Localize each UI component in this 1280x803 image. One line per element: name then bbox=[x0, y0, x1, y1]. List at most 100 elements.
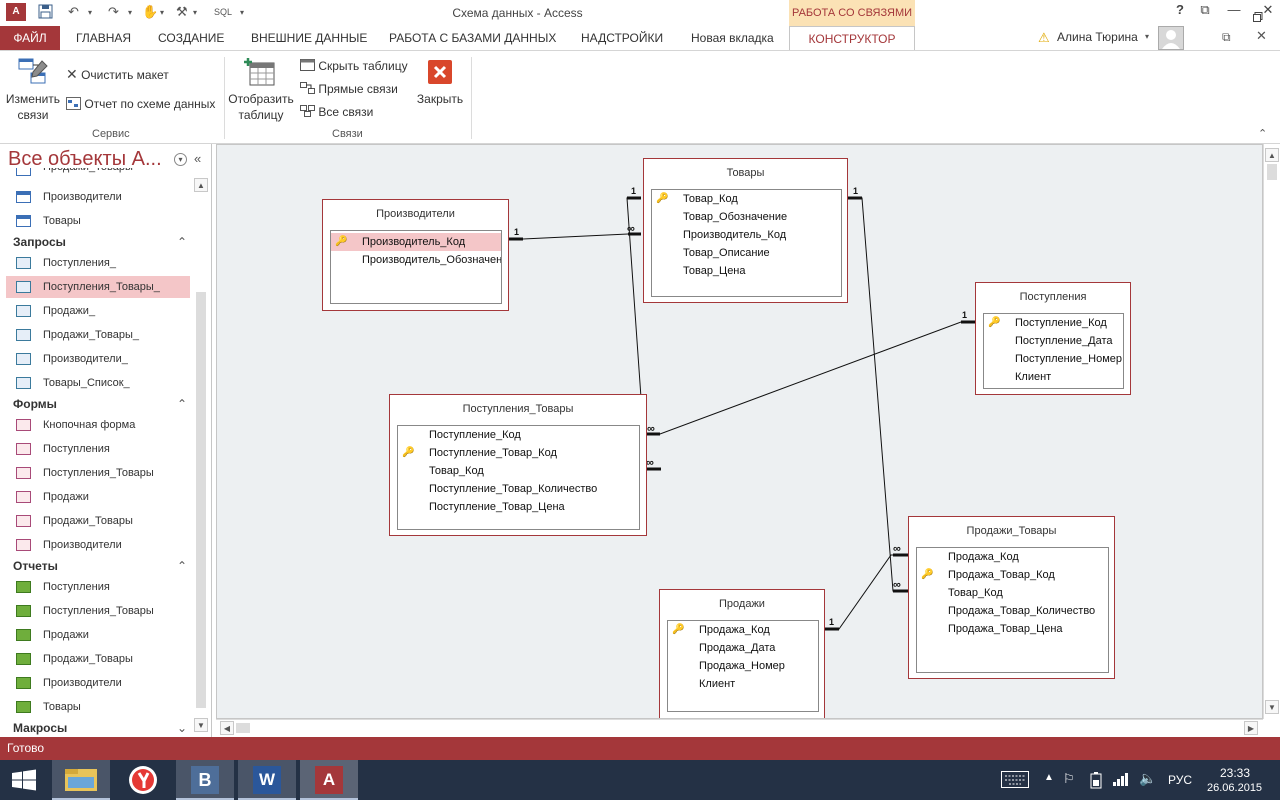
field-row[interactable]: Продажа_Код bbox=[917, 548, 1108, 566]
nav-item-report[interactable]: Поступления bbox=[6, 576, 190, 598]
field-row[interactable]: Производитель_Обозначение bbox=[331, 251, 501, 269]
field-row[interactable]: Клиент bbox=[668, 675, 818, 693]
tab-external-data[interactable]: ВНЕШНИЕ ДАННЫЕ bbox=[243, 26, 375, 50]
canvas-horizontal-scrollbar[interactable]: ◀ ▶ bbox=[216, 719, 1263, 736]
avatar[interactable] bbox=[1158, 26, 1184, 50]
field-row[interactable]: Клиент bbox=[984, 368, 1123, 386]
table-window-sale-items[interactable]: Продажи_Товары Продажа_Код 🔑 Продажа_Това… bbox=[908, 516, 1115, 679]
field-row[interactable]: Продажа_Номер bbox=[668, 657, 818, 675]
all-relationships-button[interactable]: Все связи bbox=[300, 105, 373, 120]
tab-home[interactable]: ГЛАВНАЯ bbox=[68, 26, 139, 50]
field-row[interactable]: 🔑 Товар_Код bbox=[652, 190, 841, 208]
table-window-title[interactable]: Продажи_Товары bbox=[909, 525, 1114, 537]
nav-item-query[interactable]: Товары_Список_ bbox=[6, 372, 190, 394]
show-hidden-icons-icon[interactable]: ▲ bbox=[1044, 772, 1054, 783]
clock-date[interactable]: 26.06.2015 bbox=[1207, 782, 1262, 794]
scroll-down-icon[interactable]: ▼ bbox=[194, 718, 208, 732]
nav-item-form[interactable]: Продажи_Товары bbox=[6, 510, 190, 532]
field-list[interactable]: 🔑 Поступление_Код Поступление_Дата Поступ… bbox=[983, 313, 1124, 389]
taskbar-word[interactable]: W bbox=[238, 760, 296, 800]
nav-item-report[interactable]: Производители bbox=[6, 672, 190, 694]
volume-icon[interactable]: 🔈 bbox=[1139, 770, 1156, 787]
ribbon-display-options-button[interactable]: ⧉ bbox=[1193, 2, 1217, 22]
scroll-down-icon[interactable]: ▼ bbox=[1265, 700, 1279, 714]
clear-layout-button[interactable]: ✕ Очистить макет bbox=[66, 66, 169, 83]
field-row[interactable]: Товар_Цена bbox=[652, 262, 841, 280]
close-relationships-button[interactable]: Закрыть bbox=[412, 59, 468, 107]
field-row[interactable]: Продажа_Товар_Цена bbox=[917, 620, 1108, 638]
nav-item-form[interactable]: Поступления bbox=[6, 438, 190, 460]
field-row[interactable]: Поступление_Код bbox=[398, 426, 639, 444]
nav-item-form[interactable]: Поступления_Товары bbox=[6, 462, 190, 484]
nav-item-report[interactable]: Товары bbox=[6, 696, 190, 718]
nav-item-query[interactable]: Поступления_ bbox=[6, 252, 190, 274]
user-name[interactable]: Алина Тюрина bbox=[1057, 30, 1138, 44]
help-button[interactable]: ? bbox=[1168, 2, 1192, 22]
nav-group-macros[interactable]: Макросы ⌄ bbox=[13, 718, 187, 738]
taskbar-access[interactable]: A bbox=[300, 760, 358, 800]
nav-item-report[interactable]: Поступления_Товары bbox=[6, 600, 190, 622]
scroll-left-icon[interactable]: ◀ bbox=[220, 721, 234, 735]
table-window-sales[interactable]: Продажи 🔑 Продажа_Код Продажа_Дата Продаж… bbox=[659, 589, 825, 718]
scroll-thumb[interactable] bbox=[236, 723, 250, 733]
table-window-receipts[interactable]: Поступления 🔑 Поступление_Код Поступление… bbox=[975, 282, 1131, 395]
hide-table-button[interactable]: Скрыть таблицу bbox=[300, 59, 408, 74]
table-window-title[interactable]: Поступления_Товары bbox=[390, 403, 646, 415]
direct-relationships-button[interactable]: Прямые связи bbox=[300, 82, 398, 97]
show-table-button[interactable]: Отобразить таблицу bbox=[228, 57, 294, 123]
tab-database-tools[interactable]: РАБОТА С БАЗАМИ ДАННЫХ bbox=[381, 26, 564, 50]
nav-item-report[interactable]: Продажи_Товары bbox=[6, 648, 190, 670]
scroll-up-icon[interactable]: ▲ bbox=[194, 178, 208, 192]
field-row[interactable]: Поступление_Товар_Количество bbox=[398, 480, 639, 498]
taskbar-yandex-browser[interactable] bbox=[114, 760, 172, 800]
canvas-vertical-scrollbar[interactable]: ▲ ▼ bbox=[1263, 144, 1280, 719]
nav-group-reports[interactable]: Отчеты ⌃ bbox=[13, 556, 187, 576]
close-window-button[interactable]: ✕ bbox=[1256, 2, 1280, 22]
nav-item-query[interactable]: Производители_ bbox=[6, 348, 190, 370]
scroll-thumb[interactable] bbox=[196, 292, 206, 708]
clock-time[interactable]: 23:33 bbox=[1220, 766, 1250, 780]
nav-group-queries[interactable]: Запросы ⌃ bbox=[13, 232, 187, 252]
tab-file[interactable]: ФАЙЛ bbox=[0, 26, 60, 50]
field-row[interactable]: Производитель_Код bbox=[652, 226, 841, 244]
nav-item-query-selected[interactable]: Поступления_Товары_ bbox=[6, 276, 190, 298]
field-row[interactable]: Товар_Код bbox=[917, 584, 1108, 602]
close-doc-button[interactable]: ✕ bbox=[1256, 28, 1267, 44]
field-row[interactable]: 🔑 Поступление_Товар_Код bbox=[398, 444, 639, 462]
user-dropdown-icon[interactable]: ▾ bbox=[1145, 32, 1149, 41]
nav-item-query[interactable]: Продажи_Товары_ bbox=[6, 324, 190, 346]
table-window-title[interactable]: Производители bbox=[323, 208, 508, 220]
table-window-receipt-items[interactable]: Поступления_Товары Поступление_Код 🔑 Пост… bbox=[389, 394, 647, 536]
table-window-manufacturers[interactable]: Производители 🔑 Производитель_Код Произво… bbox=[322, 199, 509, 311]
field-row[interactable]: Товар_Обозначение bbox=[652, 208, 841, 226]
action-center-icon[interactable]: ⚐ bbox=[1063, 771, 1075, 787]
scroll-thumb[interactable] bbox=[1267, 164, 1277, 180]
taskbar-vk[interactable]: В bbox=[176, 760, 234, 800]
nav-item-query[interactable]: Продажи_ bbox=[6, 300, 190, 322]
tab-create[interactable]: СОЗДАНИЕ bbox=[150, 26, 232, 50]
collapse-ribbon-icon[interactable]: ⌃ bbox=[1258, 127, 1267, 140]
signal-strength-icon[interactable] bbox=[1113, 772, 1129, 789]
field-row[interactable]: Поступление_Товар_Цена bbox=[398, 498, 639, 516]
nav-item-table-goods[interactable]: Товары bbox=[6, 210, 190, 232]
tab-design[interactable]: КОНСТРУКТОР bbox=[789, 26, 915, 51]
relationships-canvas[interactable]: 1 ∞ 1 ∞ 1 ∞ 1 ∞ 1 ∞ Производители 🔑 Произ… bbox=[216, 144, 1263, 719]
nav-item-form[interactable]: Продажи bbox=[6, 486, 190, 508]
field-row[interactable]: Товар_Описание bbox=[652, 244, 841, 262]
field-row[interactable]: Товар_Код bbox=[398, 462, 639, 480]
relationship-report-button[interactable]: Отчет по схеме данных bbox=[66, 97, 215, 113]
nav-scrollbar[interactable]: ▲ ▼ bbox=[194, 178, 208, 734]
input-language[interactable]: РУС bbox=[1168, 773, 1192, 787]
nav-group-forms[interactable]: Формы ⌃ bbox=[13, 394, 187, 414]
shutter-bar-close-icon[interactable]: « bbox=[194, 151, 201, 166]
nav-item-table-partial[interactable]: Продажи_Товары bbox=[6, 168, 190, 176]
field-list[interactable]: 🔑 Производитель_Код Производитель_Обознач… bbox=[330, 230, 502, 304]
scroll-up-icon[interactable]: ▲ bbox=[1265, 148, 1279, 162]
battery-icon[interactable] bbox=[1090, 771, 1102, 792]
table-window-goods[interactable]: Товары 🔑 Товар_Код Товар_Обозначение Прои… bbox=[643, 158, 848, 303]
field-row[interactable]: Продажа_Товар_Количество bbox=[917, 602, 1108, 620]
restore-doc-button[interactable]: ⧉ bbox=[1222, 30, 1231, 45]
field-row[interactable]: 🔑 Производитель_Код bbox=[331, 233, 501, 251]
field-row[interactable]: 🔑 Поступление_Код bbox=[984, 314, 1123, 332]
field-row[interactable]: Поступление_Дата bbox=[984, 332, 1123, 350]
